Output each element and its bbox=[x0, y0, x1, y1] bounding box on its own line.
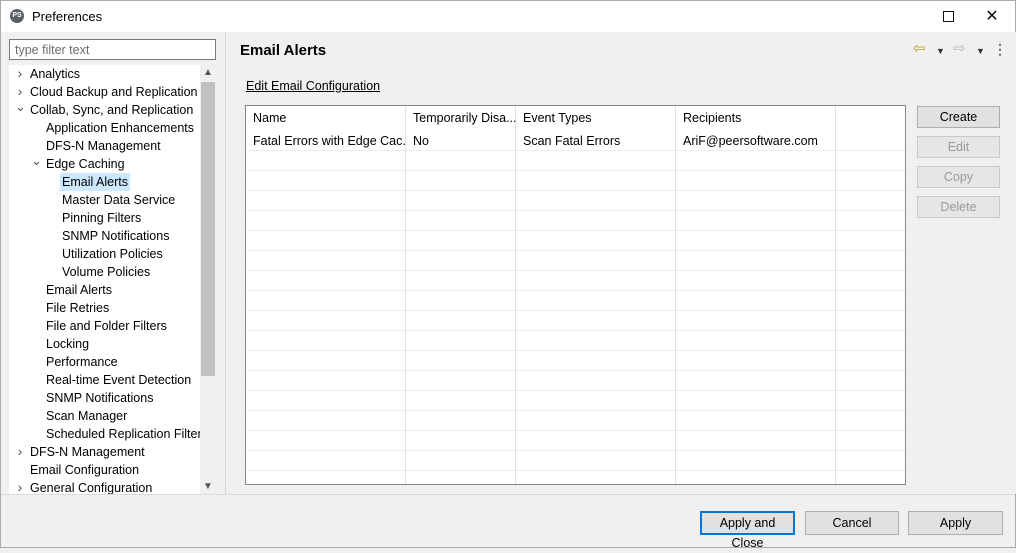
column-header[interactable]: Recipients bbox=[676, 106, 836, 131]
forward-arrow-icon[interactable]: ⇨ bbox=[953, 41, 966, 57]
window-title: Preferences bbox=[32, 9, 103, 24]
delete-button[interactable]: Delete bbox=[917, 196, 1000, 218]
tree-item[interactable]: SNMP Notifications bbox=[9, 227, 200, 245]
email-alerts-table[interactable]: Name Temporarily Disa... Event Types Recipi… bbox=[245, 105, 906, 485]
tree-item-label: Edge Caching bbox=[46, 157, 125, 171]
table-cell[interactable]: Fatal Errors with Edge Cac... bbox=[246, 131, 406, 151]
copy-button[interactable]: Copy bbox=[917, 166, 1000, 188]
page-body: Edit Email Configuration Name Temporarily… bbox=[226, 67, 1016, 494]
scroll-up-icon[interactable]: ▲ bbox=[200, 65, 216, 81]
footer-divider bbox=[1, 494, 1015, 495]
tree-item-label: Email Alerts bbox=[60, 173, 130, 191]
table-cell[interactable]: AriF@peersoftware.com bbox=[676, 131, 836, 151]
tree-item-label: SNMP Notifications bbox=[62, 229, 170, 243]
tree-item-label: Email Configuration bbox=[30, 463, 140, 477]
column-header[interactable] bbox=[836, 106, 905, 131]
column-header[interactable]: Name bbox=[246, 106, 406, 131]
column-header[interactable]: Temporarily Disa... bbox=[406, 106, 516, 131]
tree-item[interactable]: Scan Manager bbox=[9, 407, 200, 425]
tree-item-label: File Retries bbox=[46, 301, 110, 315]
app-icon: PS bbox=[10, 9, 24, 23]
preferences-window: PS Preferences ✕ ›Analytics›Cloud Backup… bbox=[0, 0, 1016, 550]
tree-item-label: File and Folder Filters bbox=[46, 319, 167, 333]
edit-email-configuration-link[interactable]: Edit Email Configuration bbox=[246, 79, 380, 93]
tree-item[interactable]: › Analytics bbox=[9, 65, 200, 83]
tree-item-label: Locking bbox=[46, 337, 90, 351]
back-arrow-icon[interactable]: ⇦ bbox=[913, 41, 926, 57]
tree-item[interactable]: Performance bbox=[9, 353, 200, 371]
tree-item[interactable]: › Cloud Backup and Replication bbox=[9, 83, 200, 101]
scroll-thumb[interactable] bbox=[201, 82, 215, 376]
table-cell[interactable] bbox=[836, 131, 905, 151]
preference-tree: › Analytics › Cloud Backup and Replication ⌄… bbox=[9, 65, 216, 495]
apply-and-close-button[interactable]: Apply and Close bbox=[700, 511, 795, 550]
tree-item[interactable]: ⌄ Edge Caching bbox=[9, 154, 200, 173]
tree-item-label: Master Data Service bbox=[62, 193, 176, 207]
chevron-down-icon[interactable]: ⌄ bbox=[31, 154, 42, 173]
tree-item[interactable]: Email Configuration bbox=[9, 461, 200, 479]
tree-item-label: Application Enhancements bbox=[46, 121, 195, 135]
tree-item-label: Utilization Policies bbox=[62, 247, 163, 261]
chevron-right-icon[interactable]: › bbox=[15, 443, 25, 461]
chevron-down-icon[interactable]: ⌄ bbox=[15, 100, 26, 119]
maximize-icon bbox=[942, 11, 954, 23]
tree-item[interactable]: Scheduled Replication Filters bbox=[9, 425, 208, 443]
tree-item[interactable]: ⌄ Collab, Sync, and Replication bbox=[9, 100, 200, 119]
tree-item-label: Volume Policies bbox=[62, 265, 151, 279]
create-button[interactable]: Create bbox=[917, 106, 1000, 128]
page-header: Email Alerts ⇦ ▼ ⇨ ▼ ⋮ bbox=[226, 32, 1016, 67]
tree-item[interactable]: Real-time Event Detection bbox=[9, 371, 200, 389]
tree-item[interactable]: › General Configuration bbox=[9, 479, 200, 495]
table-cell[interactable]: No bbox=[406, 131, 516, 151]
tree-item-label: Cloud Backup and Replication bbox=[30, 85, 198, 99]
tree-item-label: Scan Manager bbox=[46, 409, 128, 423]
back-dropdown-icon[interactable]: ▼ bbox=[936, 43, 945, 59]
tree-item-label: Pinning Filters bbox=[62, 211, 142, 225]
tree-item[interactable]: File and Folder Filters bbox=[9, 317, 200, 335]
tree-item-label: Email Alerts bbox=[46, 283, 112, 297]
chevron-right-icon[interactable]: › bbox=[15, 479, 25, 495]
tree-item-label: SNMP Notifications bbox=[46, 391, 154, 405]
table-column bbox=[676, 106, 836, 484]
title-bar: PS Preferences ✕ bbox=[1, 1, 1015, 32]
tree-item[interactable]: File Retries bbox=[9, 299, 200, 317]
table-column bbox=[516, 106, 676, 484]
tree-item[interactable]: SNMP Notifications bbox=[9, 389, 200, 407]
tree-item-label: DFS-N Management bbox=[30, 445, 145, 459]
tree-item[interactable]: Locking bbox=[9, 335, 200, 353]
tree-item-label: Scheduled Replication Filters bbox=[46, 427, 208, 441]
tree-item-label: DFS-N Management bbox=[46, 139, 161, 153]
table-column bbox=[836, 106, 905, 484]
tree-item[interactable]: Email Alerts bbox=[9, 281, 200, 299]
column-header[interactable]: Event Types bbox=[516, 106, 676, 131]
tree-item[interactable]: Email Alerts bbox=[9, 173, 200, 191]
maximize-button[interactable] bbox=[925, 1, 971, 32]
tree-item[interactable]: Application Enhancements bbox=[9, 119, 200, 137]
tree-item-label: Analytics bbox=[30, 67, 81, 81]
table-cell[interactable]: Scan Fatal Errors bbox=[516, 131, 676, 151]
apply-button[interactable]: Apply bbox=[908, 511, 1003, 535]
tree-item[interactable]: Pinning Filters bbox=[9, 209, 200, 227]
view-menu-icon[interactable]: ⋮ bbox=[993, 41, 1007, 57]
tree-item[interactable]: › DFS-N Management bbox=[9, 443, 200, 461]
edit-button[interactable]: Edit bbox=[917, 136, 1000, 158]
tree-item-label: Collab, Sync, and Replication bbox=[30, 103, 194, 117]
tree-item-label: Performance bbox=[46, 355, 118, 369]
tree-item-label: Real-time Event Detection bbox=[46, 373, 192, 387]
tree-item[interactable]: Volume Policies bbox=[9, 263, 200, 281]
table-column bbox=[246, 106, 406, 484]
tree-item[interactable]: Master Data Service bbox=[9, 191, 200, 209]
chevron-right-icon[interactable]: › bbox=[15, 65, 25, 83]
scroll-down-icon[interactable]: ▼ bbox=[200, 479, 216, 495]
table-column bbox=[406, 106, 516, 484]
forward-dropdown-icon[interactable]: ▼ bbox=[976, 43, 985, 59]
cancel-button[interactable]: Cancel bbox=[805, 511, 899, 535]
close-button[interactable]: ✕ bbox=[969, 1, 1015, 32]
page-title: Email Alerts bbox=[240, 42, 327, 59]
filter-input[interactable] bbox=[9, 39, 216, 60]
tree-item-label: General Configuration bbox=[30, 481, 153, 495]
tree-item[interactable]: Utilization Policies bbox=[9, 245, 200, 263]
tree-scrollbar[interactable]: ▲ ▼ bbox=[200, 65, 216, 495]
